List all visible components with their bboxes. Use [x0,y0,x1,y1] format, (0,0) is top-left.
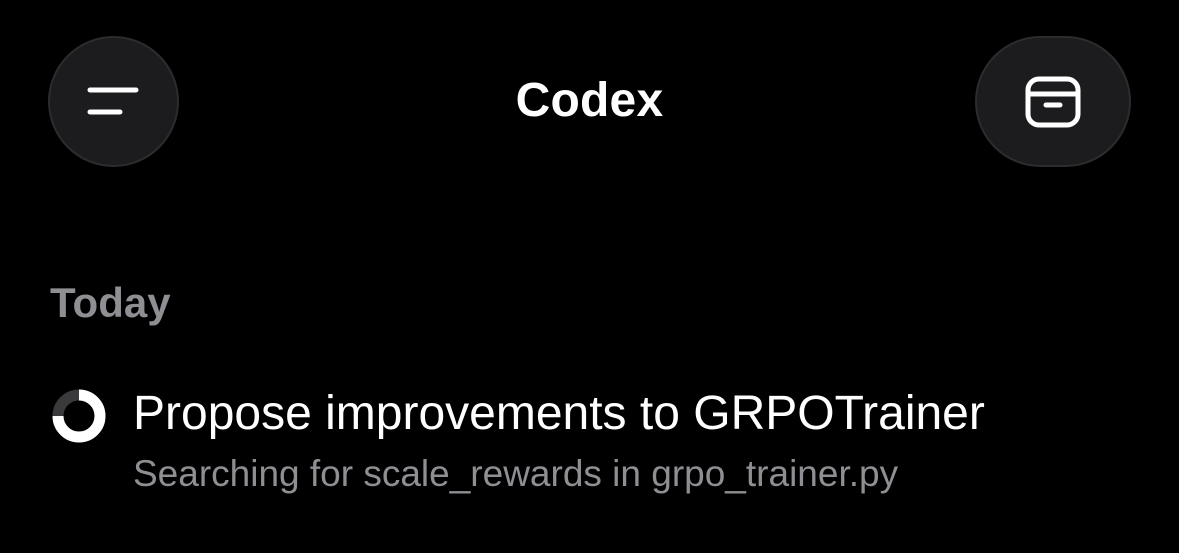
task-list-item[interactable]: Propose improvements to GRPOTrainer Sear… [50,384,1130,504]
archive-icon [1025,76,1081,127]
section-label-today: Today [50,279,171,326]
task-title: Propose improvements to GRPOTrainer [133,387,985,440]
task-status: Searching for scale_rewards in grpo_trai… [133,453,899,494]
progress-spinner-icon [52,389,106,443]
archive-button[interactable] [975,36,1131,167]
